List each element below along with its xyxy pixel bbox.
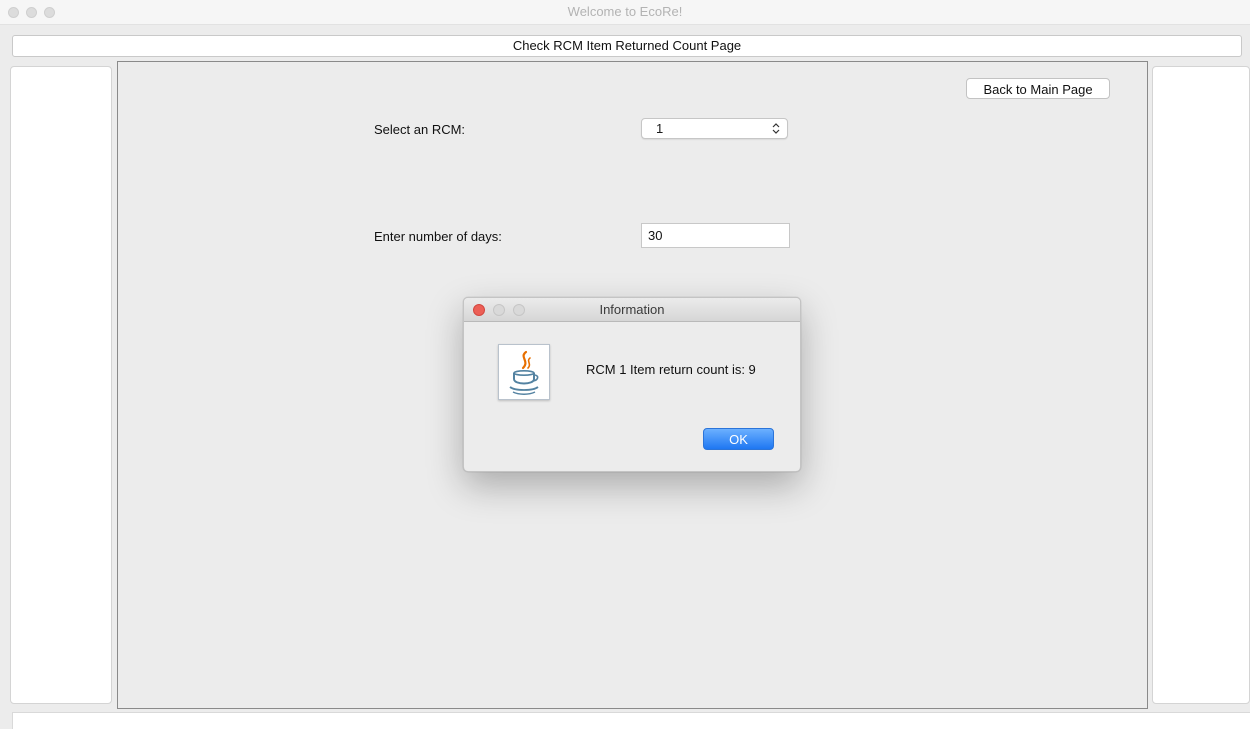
rcm-select-value: 1	[656, 121, 664, 136]
days-input[interactable]	[641, 223, 790, 248]
ok-button[interactable]: OK	[703, 428, 774, 450]
bottom-bar	[12, 712, 1250, 729]
dialog-titlebar[interactable]: Information	[464, 298, 800, 322]
left-panel	[10, 66, 112, 704]
back-to-main-page-button[interactable]: Back to Main Page	[966, 78, 1110, 99]
right-panel	[1152, 66, 1250, 704]
window-title: Welcome to EcoRe!	[567, 4, 683, 19]
rcm-select[interactable]: 1	[641, 118, 788, 139]
select-rcm-label: Select an RCM:	[374, 122, 466, 137]
days-label: Enter number of days:	[374, 229, 502, 244]
select-arrows-icon	[772, 123, 780, 134]
dialog-message: RCM 1 Item return count is: 9	[586, 362, 756, 377]
window-titlebar[interactable]: Welcome to EcoRe!	[0, 0, 1250, 25]
dialog-title: Information	[599, 302, 665, 317]
java-coffee-cup-icon	[498, 344, 550, 400]
information-dialog: Information RCM 1 Item return count is: …	[463, 297, 801, 472]
page-title: Check RCM Item Returned Count Page	[12, 35, 1242, 57]
